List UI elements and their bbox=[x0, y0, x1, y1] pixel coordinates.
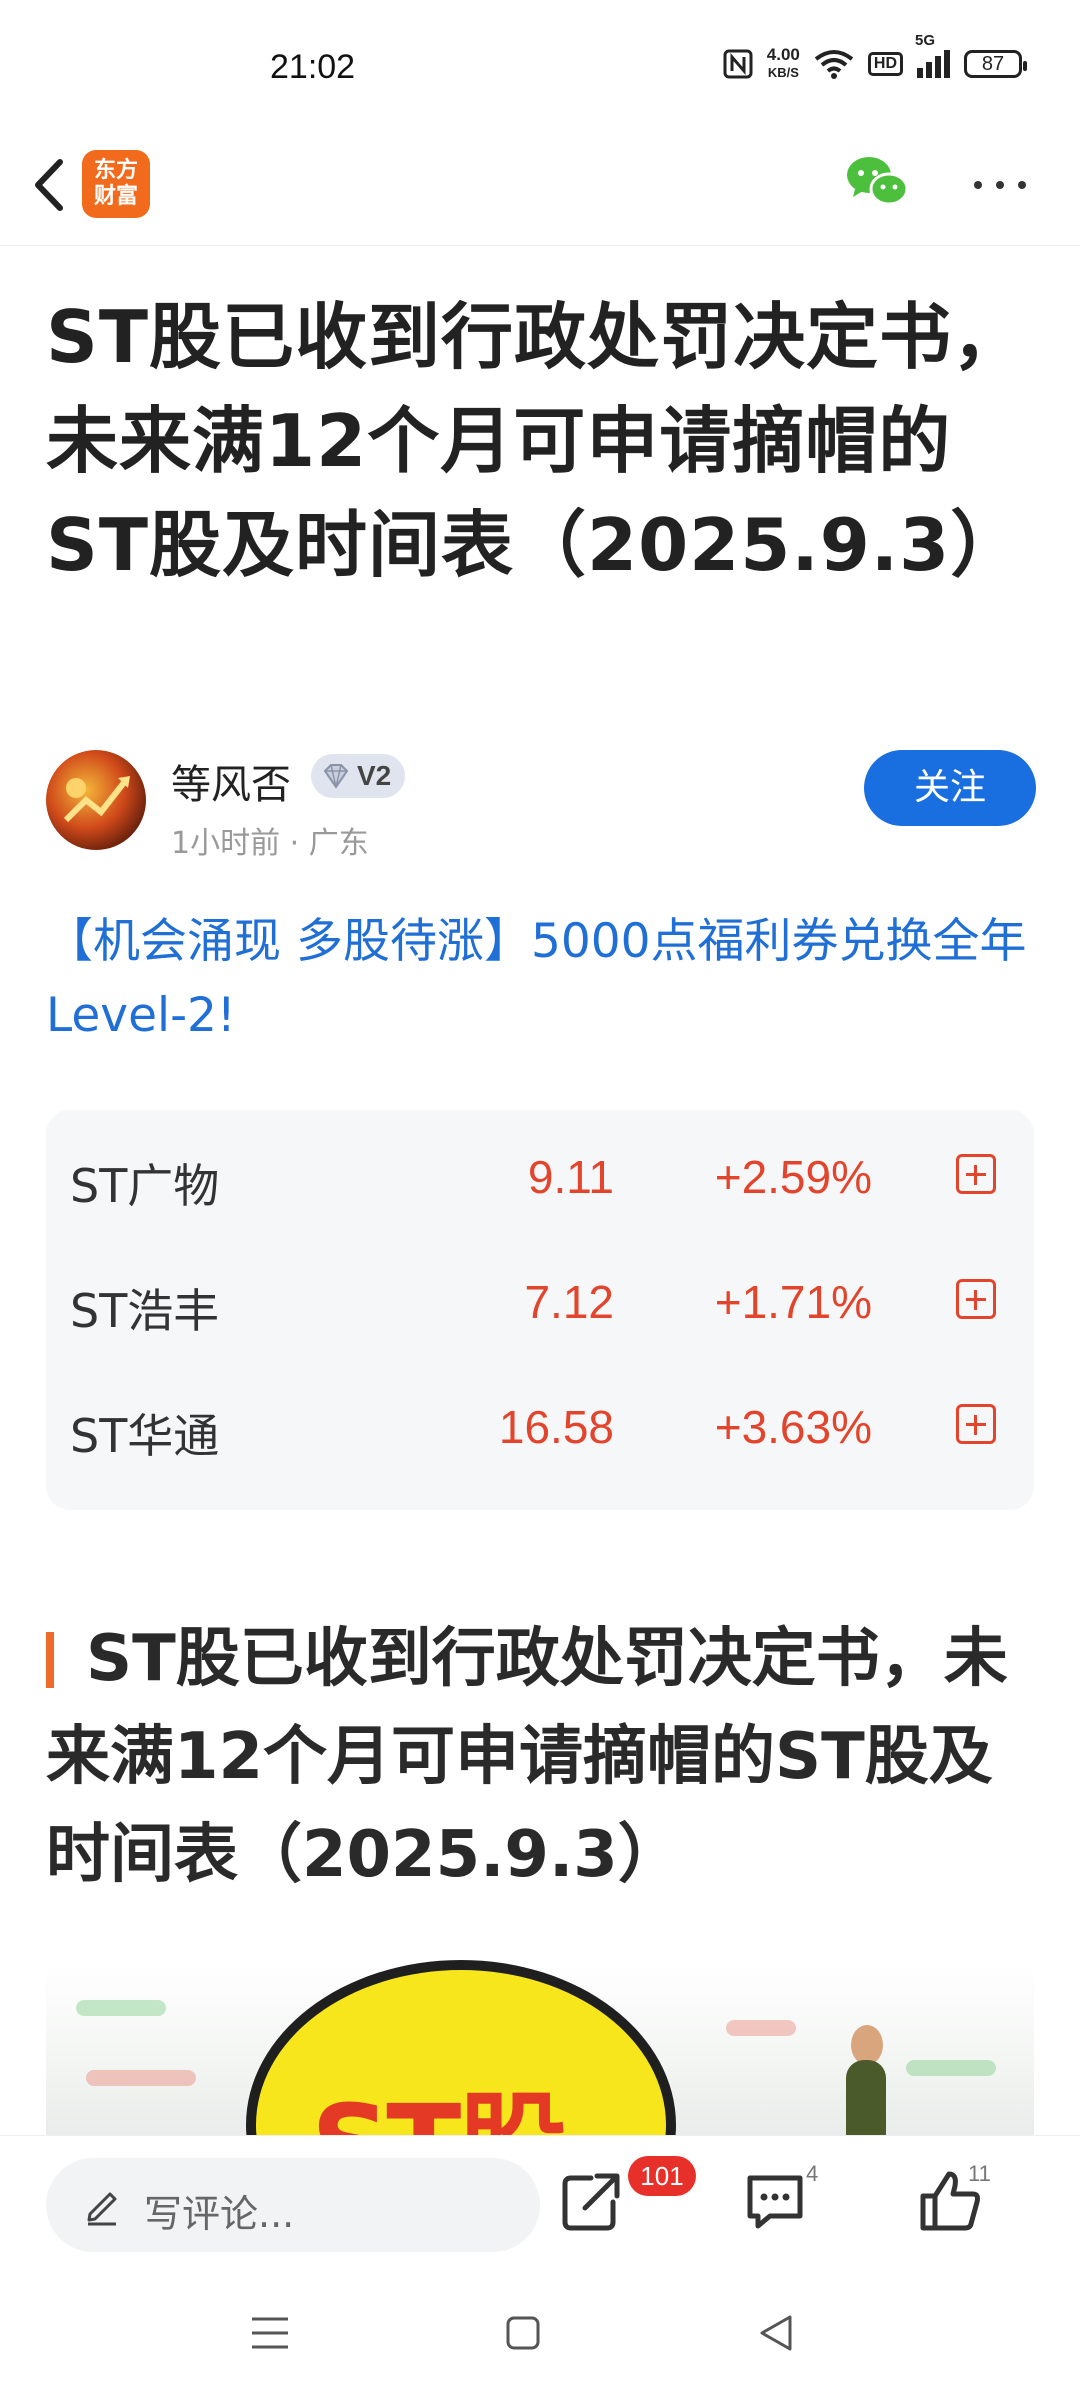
comment-placeholder: 写评论... bbox=[144, 2192, 295, 2236]
stock-change: +2.59% bbox=[714, 1151, 872, 1203]
bottom-action-bar: 写评论... 101 4 11 bbox=[0, 2135, 1080, 2276]
hd-icon: HD bbox=[867, 52, 903, 76]
promo-link[interactable]: 【机会涌现 多股待涨】5000点福利券兑换全年Level-2! bbox=[46, 905, 1036, 1053]
net-speed: 4.00 KB/S bbox=[767, 46, 800, 82]
level-badge: V2 bbox=[311, 754, 406, 798]
add-watchlist-icon[interactable] bbox=[956, 1404, 996, 1444]
status-icons: 4.00 KB/S HD 5G 87 bbox=[723, 32, 1027, 82]
stock-row[interactable]: ST华通 16.58 +3.63% bbox=[46, 1360, 1034, 1486]
section-title-text: ST股已收到行政处罚决定书，未来满12个月可申请摘帽的ST股及时间表（2025.… bbox=[46, 1622, 1008, 1892]
comment-input[interactable]: 写评论... bbox=[46, 2158, 540, 2252]
stock-price: 16.58 bbox=[498, 1401, 614, 1453]
post-meta: 1小时前 · 广东 bbox=[171, 826, 369, 861]
pencil-icon bbox=[87, 2192, 117, 2226]
author-name[interactable]: 等风否 bbox=[171, 752, 291, 810]
share-count-badge: 101 bbox=[628, 2156, 696, 2196]
nfc-icon bbox=[723, 49, 753, 79]
net-speed-value: 4.00 bbox=[766, 45, 800, 64]
logo-line1: 东方 bbox=[93, 158, 138, 183]
battery-icon: 87 bbox=[964, 50, 1027, 78]
logo-line2: 财富 bbox=[93, 184, 138, 209]
status-time: 21:02 bbox=[270, 48, 356, 86]
figure-body bbox=[846, 2060, 886, 2135]
stock-change: +3.63% bbox=[714, 1401, 872, 1453]
section-title: ST股已收到行政处罚决定书，未来满12个月可申请摘帽的ST股及时间表（2025.… bbox=[46, 1610, 1036, 1904]
figure-head bbox=[851, 2025, 883, 2065]
hd-label: HD bbox=[873, 55, 897, 72]
diamond-icon bbox=[323, 764, 349, 789]
wifi-icon bbox=[814, 50, 854, 79]
chart-blur bbox=[86, 2070, 196, 2086]
stock-name: ST广物 bbox=[70, 1159, 220, 1213]
stock-name: ST华通 bbox=[70, 1409, 220, 1463]
status-bar: 21:02 4.00 KB/S HD 5G 87 bbox=[0, 0, 1080, 130]
comment-icon[interactable] bbox=[740, 2166, 810, 2236]
add-watchlist-icon[interactable] bbox=[956, 1279, 996, 1319]
st-image-text: ST股 bbox=[311, 2055, 567, 2135]
battery-level: 87 bbox=[981, 52, 1005, 75]
network-label: 5G bbox=[915, 32, 936, 49]
more-icon[interactable] bbox=[970, 170, 1030, 200]
like-count: 11 bbox=[968, 2161, 991, 2186]
comment-count: 4 bbox=[806, 2161, 819, 2186]
chart-blur bbox=[906, 2060, 996, 2076]
follow-button[interactable]: 关注 bbox=[864, 750, 1036, 826]
add-watchlist-icon[interactable] bbox=[956, 1154, 996, 1194]
share-icon[interactable] bbox=[555, 2166, 625, 2236]
back-nav-icon[interactable] bbox=[758, 2313, 794, 2353]
signal-icon: 5G bbox=[915, 32, 950, 78]
stock-card: ST广物 9.11 +2.59% ST浩丰 7.12 +1.71% ST华通 1… bbox=[46, 1110, 1034, 1510]
home-icon[interactable] bbox=[505, 2315, 541, 2351]
avatar[interactable] bbox=[46, 750, 146, 850]
stock-change: +1.71% bbox=[714, 1276, 872, 1328]
stock-price: 9.11 bbox=[527, 1151, 614, 1203]
article-title: ST股已收到行政处罚决定书，未来满12个月可申请摘帽的ST股及时间表（2025.… bbox=[46, 295, 1025, 587]
wechat-icon[interactable] bbox=[845, 155, 909, 211]
menu-icon[interactable] bbox=[250, 2315, 290, 2351]
author-row: 等风否 V2 1小时前 · 广东 关注 bbox=[46, 750, 1036, 861]
back-arrow-icon[interactable] bbox=[22, 150, 82, 220]
net-speed-unit: KB/S bbox=[767, 65, 799, 80]
article-image[interactable]: ST股 bbox=[46, 1960, 1034, 2135]
app-logo[interactable]: 东方 财富 bbox=[82, 150, 150, 218]
stock-row[interactable]: ST广物 9.11 +2.59% bbox=[46, 1110, 1034, 1236]
stock-row[interactable]: ST浩丰 7.12 +1.71% bbox=[46, 1235, 1034, 1361]
stock-price: 7.12 bbox=[524, 1276, 614, 1328]
top-nav: 东方 财富 bbox=[0, 130, 1080, 246]
chart-blur bbox=[76, 2000, 166, 2016]
system-nav-bar bbox=[0, 2275, 1080, 2400]
stock-name: ST浩丰 bbox=[70, 1284, 220, 1338]
chart-blur bbox=[726, 2020, 796, 2036]
level-label: V2 bbox=[357, 760, 392, 791]
